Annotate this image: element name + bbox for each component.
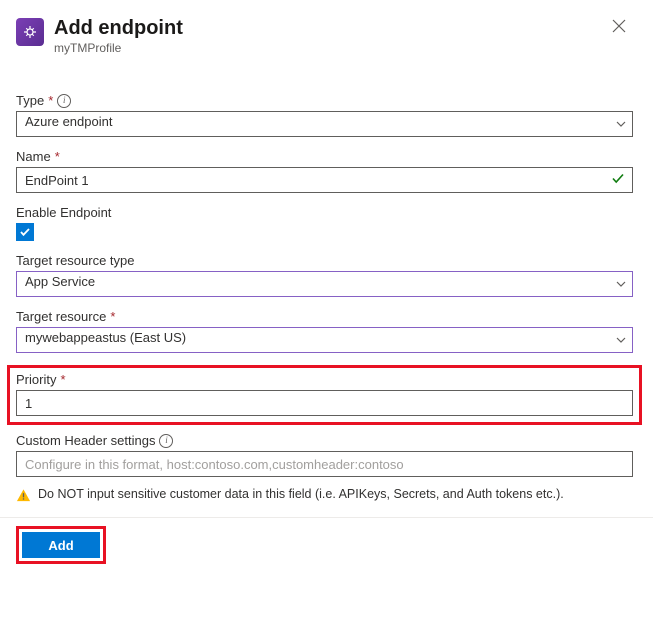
panel-title: Add endpoint bbox=[54, 16, 183, 40]
field-enable-endpoint: Enable Endpoint bbox=[16, 205, 633, 241]
name-label: Name bbox=[16, 149, 51, 164]
add-endpoint-panel: Add endpoint myTMProfile Type * i Azure … bbox=[0, 0, 653, 580]
priority-highlight: Priority * bbox=[7, 365, 642, 425]
target-resource-label: Target resource bbox=[16, 309, 106, 324]
required-marker: * bbox=[48, 93, 53, 108]
panel-header: Add endpoint myTMProfile bbox=[16, 16, 633, 55]
field-target-resource: Target resource * mywebappeastus (East U… bbox=[16, 309, 633, 353]
enable-label: Enable Endpoint bbox=[16, 205, 111, 220]
custom-header-input[interactable] bbox=[16, 451, 633, 477]
type-label: Type bbox=[16, 93, 44, 108]
info-icon[interactable]: i bbox=[159, 434, 173, 448]
info-icon[interactable]: i bbox=[57, 94, 71, 108]
add-button[interactable]: Add bbox=[22, 532, 100, 558]
field-custom-header: Custom Header settings i bbox=[16, 433, 633, 477]
priority-label: Priority bbox=[16, 372, 56, 387]
panel-footer: Add bbox=[0, 517, 653, 564]
traffic-manager-icon bbox=[16, 18, 44, 46]
target-resource-type-select[interactable]: App Service bbox=[16, 271, 633, 297]
form: Type * i Azure endpoint Name * Enable En… bbox=[16, 93, 633, 503]
required-marker: * bbox=[110, 309, 115, 324]
panel-subtitle: myTMProfile bbox=[54, 41, 183, 55]
warning-row: Do NOT input sensitive customer data in … bbox=[16, 487, 633, 503]
target-resource-select[interactable]: mywebappeastus (East US) bbox=[16, 327, 633, 353]
warning-text: Do NOT input sensitive customer data in … bbox=[38, 487, 564, 501]
type-select[interactable]: Azure endpoint bbox=[16, 111, 633, 137]
field-target-resource-type: Target resource type App Service bbox=[16, 253, 633, 297]
field-name: Name * bbox=[16, 149, 633, 193]
required-marker: * bbox=[55, 149, 60, 164]
close-button[interactable] bbox=[605, 12, 633, 40]
enable-endpoint-checkbox[interactable] bbox=[16, 223, 34, 241]
required-marker: * bbox=[60, 372, 65, 387]
target-resource-type-label: Target resource type bbox=[16, 253, 135, 268]
name-input[interactable] bbox=[16, 167, 633, 193]
field-type: Type * i Azure endpoint bbox=[16, 93, 633, 137]
warning-icon bbox=[16, 488, 31, 503]
custom-header-label: Custom Header settings bbox=[16, 433, 155, 448]
priority-input[interactable] bbox=[16, 390, 633, 416]
checkmark-icon bbox=[611, 172, 625, 189]
add-button-highlight: Add bbox=[16, 526, 106, 564]
